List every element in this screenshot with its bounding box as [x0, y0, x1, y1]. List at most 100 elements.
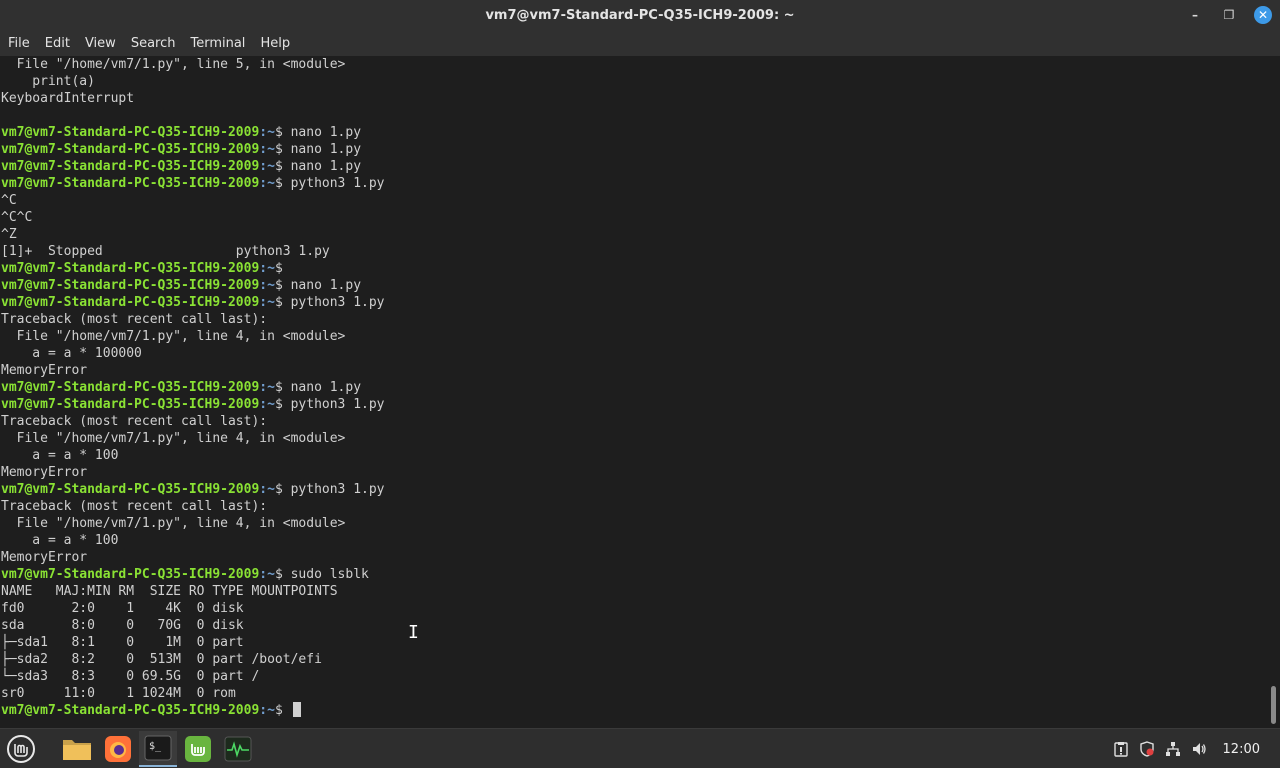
taskbar: $_ 12:00 — [0, 728, 1280, 768]
prompt-line: vm7@vm7-Standard-PC-Q35-ICH9-2009:~$ pyt… — [1, 396, 1266, 413]
prompt-dollar: $ — [274, 278, 291, 293]
prompt-path: :~ — [259, 278, 275, 293]
output-text: ^C^C — [1, 210, 33, 225]
terminal-icon-glyph: $_ — [149, 741, 162, 752]
mintupdate-app[interactable] — [179, 731, 217, 767]
output-text: Traceback (most recent call last): — [1, 499, 268, 514]
window-titlebar[interactable]: vm7@vm7-Standard-PC-Q35-ICH9-2009: ~ – ❐… — [0, 0, 1280, 30]
output-line: File "/home/vm7/1.py", line 5, in <modul… — [1, 56, 1266, 73]
volume-icon[interactable] — [1191, 741, 1207, 757]
terminal-app[interactable]: $_ — [139, 731, 177, 767]
system-monitor-icon — [224, 736, 252, 762]
output-line: sr0 11:0 1 1024M 0 rom — [1, 685, 1266, 702]
minimize-button[interactable]: – — [1186, 6, 1204, 24]
prompt-path: :~ — [259, 142, 275, 157]
mint-logo-icon — [7, 735, 35, 763]
window-controls: – ❐ ✕ — [1186, 0, 1272, 30]
command-text: nano 1.py — [290, 142, 362, 157]
menu-help[interactable]: Help — [254, 36, 296, 51]
prompt-path: :~ — [259, 261, 275, 276]
prompt-dollar: $ — [274, 380, 291, 395]
clipboard-icon[interactable] — [1113, 741, 1129, 757]
terminal-output[interactable]: File "/home/vm7/1.py", line 5, in <modul… — [0, 56, 1280, 728]
output-text: fd0 2:0 1 4K 0 disk — [1, 601, 244, 616]
output-line: File "/home/vm7/1.py", line 4, in <modul… — [1, 430, 1266, 447]
output-line: a = a * 100000 — [1, 345, 1266, 362]
output-text: File "/home/vm7/1.py", line 5, in <modul… — [1, 57, 346, 72]
system-monitor-app[interactable] — [219, 731, 257, 767]
prompt-path: :~ — [259, 125, 275, 140]
prompt-dollar: $ — [274, 176, 291, 191]
output-line: Traceback (most recent call last): — [1, 413, 1266, 430]
prompt-line: vm7@vm7-Standard-PC-Q35-ICH9-2009:~$ nan… — [1, 141, 1266, 158]
output-text: NAME MAJ:MIN RM SIZE RO TYPE MOUNTPOINTS — [1, 584, 338, 599]
menu-button[interactable] — [2, 731, 40, 767]
prompt-dollar: $ — [274, 125, 291, 140]
output-line: ├─sda2 8:2 0 513M 0 part /boot/efi — [1, 651, 1266, 668]
shield-icon[interactable] — [1139, 741, 1155, 757]
prompt-dollar: $ — [274, 295, 291, 310]
network-icon[interactable] — [1165, 741, 1181, 757]
prompt-dollar: $ — [274, 397, 291, 412]
prompt-user-host: vm7@vm7-Standard-PC-Q35-ICH9-2009 — [1, 567, 260, 582]
maximize-button[interactable]: ❐ — [1220, 6, 1238, 24]
output-line: sda 8:0 0 70G 0 disk — [1, 617, 1266, 634]
prompt-user-host: vm7@vm7-Standard-PC-Q35-ICH9-2009 — [1, 176, 260, 191]
prompt-line: vm7@vm7-Standard-PC-Q35-ICH9-2009:~$ pyt… — [1, 175, 1266, 192]
output-line: MemoryError — [1, 464, 1266, 481]
terminal-icon: $_ — [144, 735, 172, 761]
output-text: KeyboardInterrupt — [1, 91, 135, 106]
menu-bar: File Edit View Search Terminal Help — [0, 30, 1280, 56]
prompt-line: vm7@vm7-Standard-PC-Q35-ICH9-2009:~$ nan… — [1, 277, 1266, 294]
prompt-user-host: vm7@vm7-Standard-PC-Q35-ICH9-2009 — [1, 125, 260, 140]
menu-file[interactable]: File — [2, 36, 36, 51]
clock[interactable]: 12:00 — [1223, 742, 1260, 757]
output-text: └─sda3 8:3 0 69.5G 0 part / — [1, 669, 260, 684]
output-line: ^C — [1, 192, 1266, 209]
output-line: NAME MAJ:MIN RM SIZE RO TYPE MOUNTPOINTS — [1, 583, 1266, 600]
close-button[interactable]: ✕ — [1254, 6, 1272, 24]
prompt-path: :~ — [259, 380, 275, 395]
output-text: File "/home/vm7/1.py", line 4, in <modul… — [1, 431, 346, 446]
firefox-app[interactable] — [99, 731, 137, 767]
output-text: File "/home/vm7/1.py", line 4, in <modul… — [1, 329, 346, 344]
output-text: Traceback (most recent call last): — [1, 312, 268, 327]
output-text: ^Z — [1, 227, 17, 242]
output-line: MemoryError — [1, 549, 1266, 566]
files-app[interactable] — [58, 731, 96, 767]
prompt-path: :~ — [259, 159, 275, 174]
prompt-user-host: vm7@vm7-Standard-PC-Q35-ICH9-2009 — [1, 278, 260, 293]
output-line: ├─sda1 8:1 0 1M 0 part — [1, 634, 1266, 651]
prompt-user-host: vm7@vm7-Standard-PC-Q35-ICH9-2009 — [1, 703, 260, 718]
command-text: nano 1.py — [290, 380, 362, 395]
menu-view[interactable]: View — [79, 36, 122, 51]
output-line: MemoryError — [1, 362, 1266, 379]
prompt-user-host: vm7@vm7-Standard-PC-Q35-ICH9-2009 — [1, 142, 260, 157]
output-text: [1]+ Stopped python3 1.py — [1, 244, 330, 259]
prompt-path: :~ — [259, 295, 275, 310]
menu-search[interactable]: Search — [125, 36, 182, 51]
window-title: vm7@vm7-Standard-PC-Q35-ICH9-2009: ~ — [485, 7, 795, 23]
ibeam-cursor-icon: I — [408, 622, 419, 643]
output-text: MemoryError — [1, 465, 88, 480]
system-tray: 12:00 — [1113, 729, 1280, 768]
menu-terminal[interactable]: Terminal — [184, 36, 251, 51]
output-text: ^C — [1, 193, 17, 208]
command-text: sudo lsblk — [290, 567, 369, 582]
prompt-line: vm7@vm7-Standard-PC-Q35-ICH9-2009:~$ — [1, 702, 1266, 719]
command-text: nano 1.py — [290, 278, 362, 293]
prompt-user-host: vm7@vm7-Standard-PC-Q35-ICH9-2009 — [1, 380, 260, 395]
output-text: print(a) — [1, 74, 95, 89]
output-text: a = a * 100 — [1, 533, 119, 548]
output-line: ^C^C — [1, 209, 1266, 226]
menu-edit[interactable]: Edit — [39, 36, 76, 51]
prompt-dollar: $ — [274, 482, 291, 497]
output-line: a = a * 100 — [1, 447, 1266, 464]
command-text: nano 1.py — [290, 159, 362, 174]
terminal-scrollbar[interactable] — [1271, 686, 1276, 724]
prompt-line: vm7@vm7-Standard-PC-Q35-ICH9-2009:~$ sud… — [1, 566, 1266, 583]
output-text: MemoryError — [1, 550, 88, 565]
prompt-dollar: $ — [274, 159, 291, 174]
output-line: File "/home/vm7/1.py", line 4, in <modul… — [1, 328, 1266, 345]
